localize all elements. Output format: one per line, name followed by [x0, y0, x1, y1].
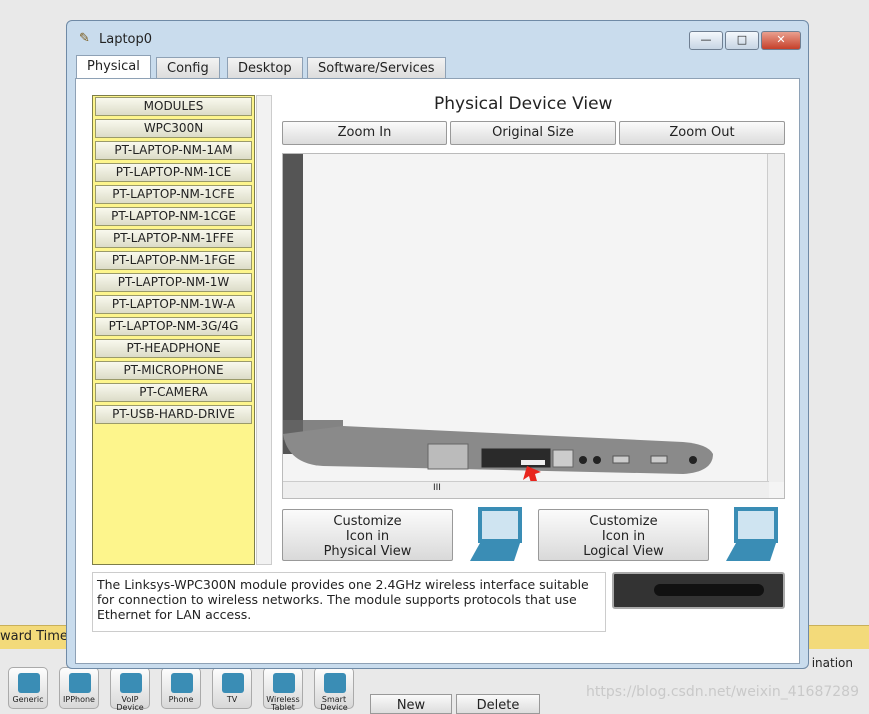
- module-item[interactable]: PT-LAPTOP-NM-3G/4G: [95, 317, 252, 336]
- device-button[interactable]: IPPhone: [59, 667, 99, 709]
- module-item[interactable]: PT-LAPTOP-NM-1FGE: [95, 251, 252, 270]
- device-button[interactable]: Phone: [161, 667, 201, 709]
- laptop-logical-icon: [726, 507, 778, 561]
- device-label: VoIP Device: [116, 695, 144, 712]
- delete-scenario-button[interactable]: Delete: [456, 694, 540, 714]
- device-icon: [171, 673, 193, 693]
- device-button[interactable]: Generic: [8, 667, 48, 709]
- module-item[interactable]: PT-USB-HARD-DRIVE: [95, 405, 252, 424]
- tab-software-services[interactable]: Software/Services: [307, 57, 446, 78]
- device-label: TV: [226, 695, 238, 704]
- minimize-button[interactable]: —: [689, 31, 723, 50]
- device-label: IPPhone: [63, 695, 95, 704]
- device-button[interactable]: Smart Device: [314, 667, 354, 712]
- device-label: Phone: [168, 695, 194, 704]
- module-item[interactable]: WPC300N: [95, 119, 252, 138]
- module-item[interactable]: PT-HEADPHONE: [95, 339, 252, 358]
- view-title: Physical Device View: [434, 94, 613, 114]
- destination-header: ination: [811, 656, 853, 670]
- laptop-dialog: ✎ Laptop0 — □ ✕ Physical Config Desktop …: [66, 20, 809, 669]
- tab-physical[interactable]: Physical: [76, 55, 151, 78]
- device-button[interactable]: VoIP Device: [110, 667, 150, 712]
- module-item[interactable]: PT-CAMERA: [95, 383, 252, 402]
- view-horizontal-scrollbar[interactable]: III: [283, 481, 769, 498]
- module-list-scrollbar[interactable]: [256, 95, 272, 565]
- close-button[interactable]: ✕: [761, 31, 801, 50]
- customize-logical-icon-button[interactable]: Customize Icon in Logical View: [538, 509, 709, 561]
- module-item[interactable]: PT-LAPTOP-NM-1CGE: [95, 207, 252, 226]
- device-label: Generic: [12, 695, 44, 704]
- module-list[interactable]: MODULES WPC300N PT-LAPTOP-NM-1AM PT-LAPTOP-…: [92, 95, 255, 565]
- watermark: https://blog.csdn.net/weixin_41687289: [585, 684, 859, 700]
- view-vertical-scrollbar[interactable]: [767, 154, 784, 482]
- laptop-physical-icon: [470, 507, 522, 561]
- device-icon: [120, 673, 142, 693]
- module-item[interactable]: PT-LAPTOP-NM-1FFE: [95, 229, 252, 248]
- scroll-grip: III: [433, 483, 441, 493]
- device-button[interactable]: TV: [212, 667, 252, 709]
- laptop-side-image: [283, 154, 713, 498]
- zoom-in-button[interactable]: Zoom In: [282, 121, 447, 145]
- physical-panel: MODULES WPC300N PT-LAPTOP-NM-1AM PT-LAPTOP-…: [75, 78, 800, 664]
- physical-device-view[interactable]: III: [282, 153, 785, 499]
- module-item[interactable]: PT-LAPTOP-NM-1W: [95, 273, 252, 292]
- tab-desktop[interactable]: Desktop: [227, 57, 303, 78]
- device-label: Smart Device: [320, 695, 348, 712]
- original-size-button[interactable]: Original Size: [450, 121, 616, 145]
- tab-config[interactable]: Config: [156, 57, 220, 78]
- maximize-button[interactable]: □: [725, 31, 759, 50]
- device-icon: [273, 673, 295, 693]
- module-image: [612, 572, 785, 609]
- device-label: Wireless Tablet: [266, 695, 300, 712]
- device-icon: [324, 673, 346, 693]
- module-item[interactable]: PT-LAPTOP-NM-1CFE: [95, 185, 252, 204]
- customize-physical-icon-button[interactable]: Customize Icon in Physical View: [282, 509, 453, 561]
- module-item[interactable]: PT-MICROPHONE: [95, 361, 252, 380]
- module-item[interactable]: PT-LAPTOP-NM-1AM: [95, 141, 252, 160]
- module-item[interactable]: MODULES: [95, 97, 252, 116]
- module-item[interactable]: PT-LAPTOP-NM-1CE: [95, 163, 252, 182]
- laptop-icon: ✎: [79, 31, 90, 46]
- device-button[interactable]: Wireless Tablet: [263, 667, 303, 712]
- realtime-label: ward Time: [0, 629, 68, 644]
- device-icon: [18, 673, 40, 693]
- zoom-out-button[interactable]: Zoom Out: [619, 121, 785, 145]
- new-scenario-button[interactable]: New: [370, 694, 452, 714]
- window-title: Laptop0: [99, 32, 153, 47]
- module-item[interactable]: PT-LAPTOP-NM-1W-A: [95, 295, 252, 314]
- module-description: The Linksys-WPC300N module provides one …: [92, 572, 606, 632]
- device-icon: [69, 673, 91, 693]
- device-icon: [222, 673, 244, 693]
